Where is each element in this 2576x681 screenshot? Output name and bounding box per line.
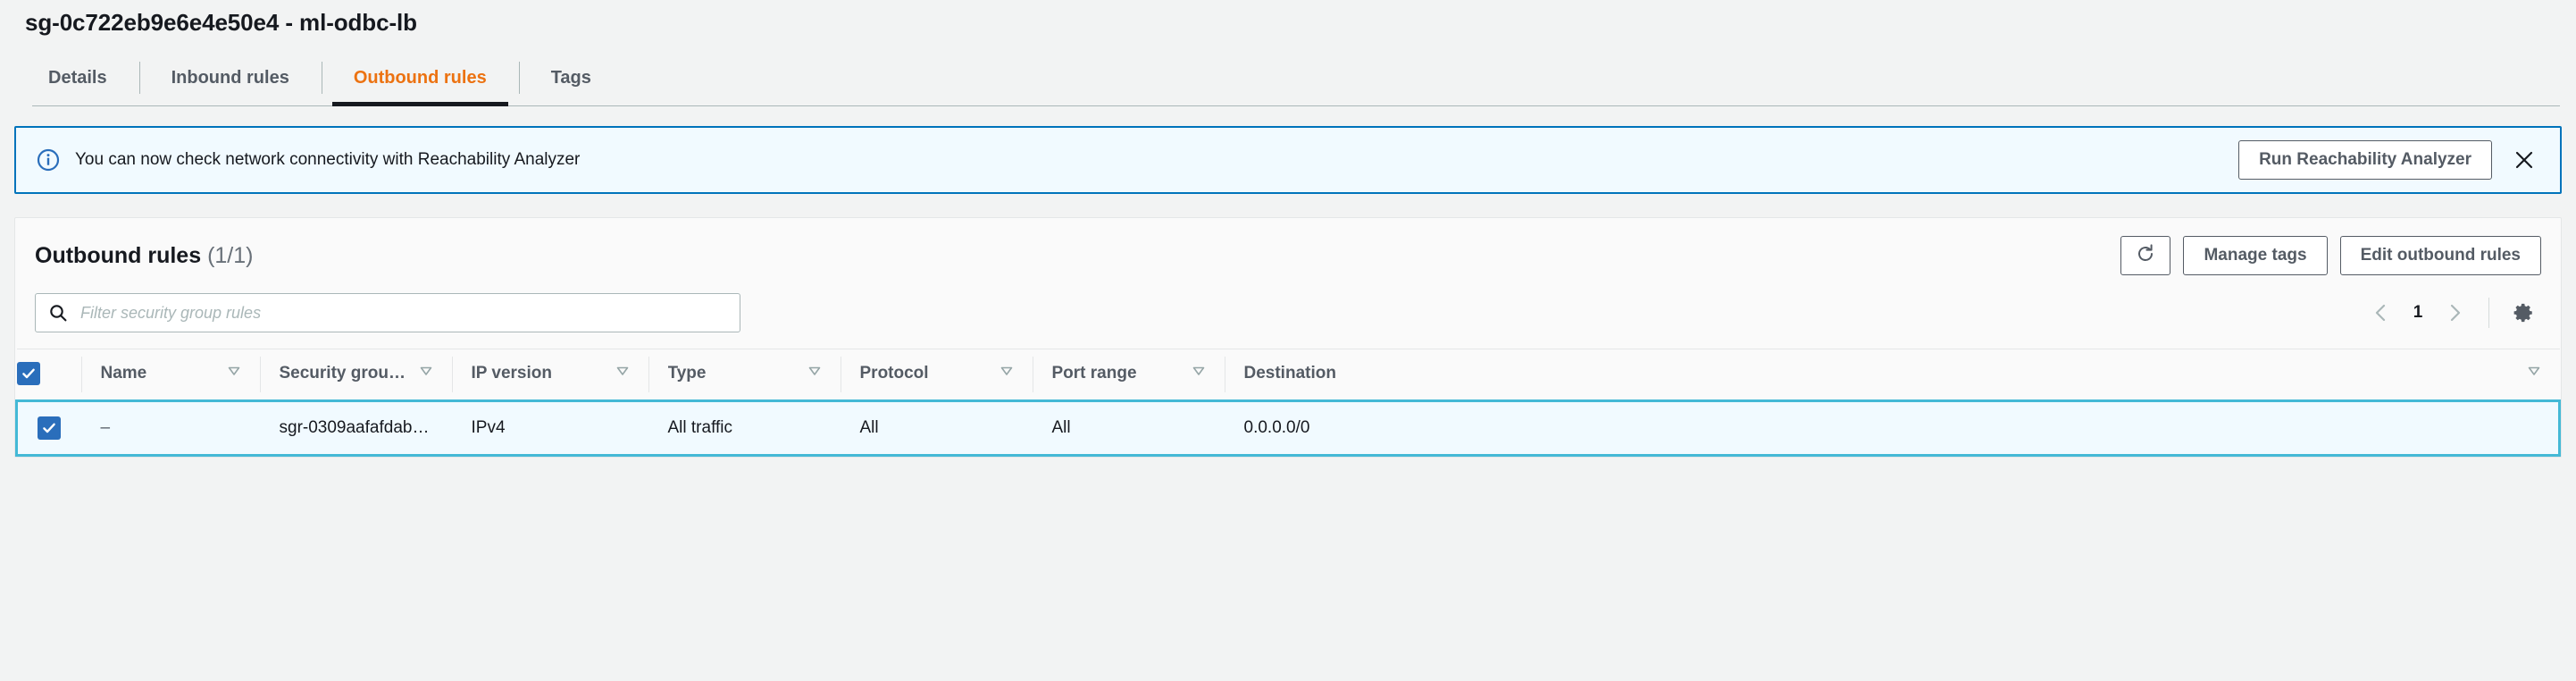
column-header-ip-version[interactable]: IP version: [451, 349, 648, 401]
tab-label: Inbound rules: [171, 67, 289, 88]
cell-value: All traffic: [667, 418, 733, 438]
row-select-cell: [15, 399, 81, 458]
cell-value: All: [859, 418, 879, 438]
cell-security-group-rule-id: sgr-0309aafafdabf4e70: [259, 399, 452, 458]
sort-descending-icon: [2526, 363, 2542, 384]
panel-header: Outbound rules (1/1) Manage tags Edit ou…: [15, 218, 2561, 349]
filter-container[interactable]: [35, 293, 740, 333]
edit-outbound-rules-button[interactable]: Edit outbound rules: [2339, 236, 2541, 276]
pagination: 1: [2363, 295, 2541, 331]
gear-icon[interactable]: [2505, 295, 2541, 331]
row-checkbox[interactable]: [38, 416, 61, 441]
page-header: sg-0c722eb9e6e4e50e4 - ml-odbc-lb: [0, 0, 2576, 37]
column-label: Type: [667, 364, 707, 383]
close-icon[interactable]: [2505, 140, 2544, 180]
info-icon: [36, 147, 61, 172]
reachability-analyzer-banner: You can now check network connectivity w…: [14, 126, 2562, 195]
column-header-security-group-rule-id[interactable]: Security group rule...: [259, 349, 452, 401]
cell-ip-version: IPv4: [451, 399, 648, 458]
sort-descending-icon: [615, 363, 631, 384]
cell-port-range: All: [1032, 399, 1225, 458]
tab-label: Outbound rules: [353, 67, 487, 88]
outbound-rules-table: Name Security group rule...: [15, 349, 2561, 458]
sort-descending-icon: [999, 363, 1015, 384]
tab-tags[interactable]: Tags: [518, 53, 623, 103]
tab-bar: Details Inbound rules Outbound rules Tag…: [0, 53, 2576, 107]
refresh-icon: [2135, 243, 2156, 269]
chevron-right-icon[interactable]: [2437, 295, 2472, 331]
manage-tags-button[interactable]: Manage tags: [2183, 236, 2328, 276]
cell-value: All: [1051, 418, 1071, 438]
column-header-name[interactable]: Name: [80, 349, 260, 401]
select-all-header: [16, 349, 81, 401]
banner-message: You can now check network connectivity w…: [75, 150, 581, 170]
column-label: Protocol: [859, 364, 929, 383]
sort-descending-icon: [226, 363, 242, 384]
cell-type: All traffic: [648, 399, 841, 458]
outbound-rules-panel: Outbound rules (1/1) Manage tags Edit ou…: [14, 217, 2562, 458]
column-label: Port range: [1051, 364, 1137, 383]
column-header-destination[interactable]: Destination: [1224, 349, 2560, 401]
tab-inbound-rules[interactable]: Inbound rules: [138, 53, 322, 103]
column-header-type[interactable]: Type: [648, 349, 841, 401]
column-label: Destination: [1243, 364, 1336, 383]
panel-actions: Manage tags Edit outbound rules: [2120, 236, 2541, 276]
tab-outbound-rules[interactable]: Outbound rules: [321, 53, 519, 107]
column-label: Security group rule...: [279, 364, 409, 383]
pagination-divider: [2488, 298, 2489, 329]
cell-value: sgr-0309aafafdabf4e70: [279, 418, 452, 438]
panel-title: Outbound rules (1/1): [35, 243, 253, 269]
column-label: IP version: [471, 364, 552, 383]
run-reachability-analyzer-button[interactable]: Run Reachability Analyzer: [2238, 140, 2492, 181]
table-header-row: Name Security group rule...: [16, 349, 2560, 401]
refresh-button[interactable]: [2120, 236, 2171, 276]
sort-descending-icon: [807, 363, 823, 384]
cell-value: IPv4: [471, 418, 506, 438]
page-title: sg-0c722eb9e6e4e50e4 - ml-odbc-lb: [25, 9, 417, 36]
search-input[interactable]: [79, 302, 727, 324]
tab-label: Details: [48, 67, 107, 88]
tab-details[interactable]: Details: [16, 53, 139, 103]
select-all-checkbox[interactable]: [16, 362, 40, 386]
cell-value: –: [100, 418, 111, 438]
tab-label: Tags: [550, 67, 591, 88]
panel-title-text: Outbound rules: [35, 242, 202, 268]
column-label: Name: [100, 364, 147, 383]
search-icon: [48, 303, 68, 323]
cell-destination: 0.0.0.0/0: [1224, 399, 2561, 458]
cell-protocol: All: [840, 399, 1033, 458]
chevron-left-icon[interactable]: [2363, 295, 2399, 331]
column-header-port-range[interactable]: Port range: [1032, 349, 1225, 401]
page-number[interactable]: 1: [2405, 303, 2431, 323]
column-header-protocol[interactable]: Protocol: [840, 349, 1033, 401]
sort-descending-icon: [418, 363, 434, 384]
table-row[interactable]: – sgr-0309aafafdabf4e70 IPv4 All traffic…: [15, 399, 2561, 458]
panel-counter: (1/1): [207, 242, 254, 268]
cell-name: –: [80, 399, 260, 458]
sort-descending-icon: [1191, 363, 1207, 384]
cell-value: 0.0.0.0/0: [1243, 418, 1310, 438]
